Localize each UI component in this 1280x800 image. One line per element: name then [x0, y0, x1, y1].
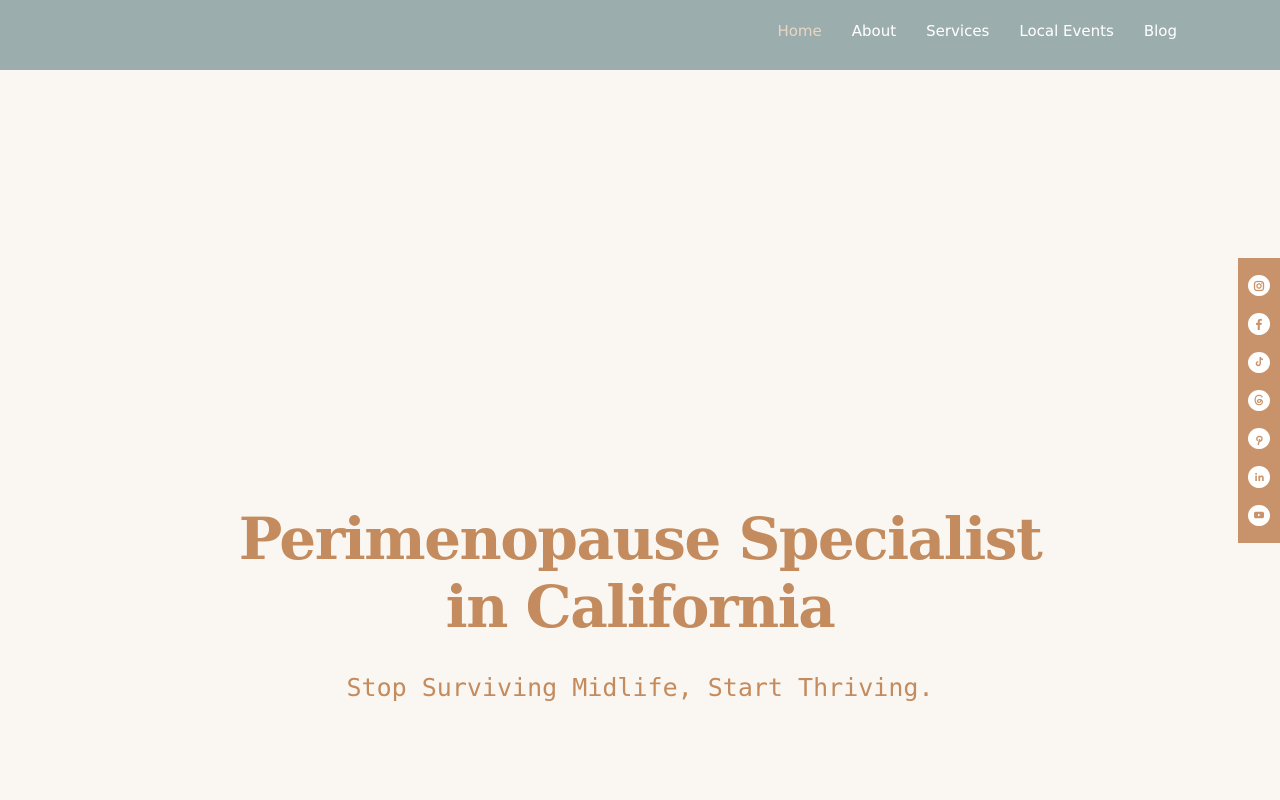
nav-home[interactable]: Home — [777, 22, 821, 40]
threads-icon[interactable] — [1248, 389, 1270, 412]
hero-title: Perimenopause Specialist in California — [238, 505, 1043, 641]
pinterest-icon[interactable] — [1248, 428, 1270, 450]
hero-section: Perimenopause Specialist in California S… — [0, 505, 1280, 702]
instagram-icon[interactable] — [1248, 275, 1270, 297]
social-sidebar — [1238, 258, 1280, 543]
nav-services[interactable]: Services — [926, 22, 989, 40]
linkedin-icon[interactable] — [1248, 466, 1270, 488]
facebook-icon[interactable] — [1248, 313, 1270, 335]
main-nav: Home About Services Local Events Blog — [747, 0, 1177, 62]
site-header: Home About Services Local Events Blog — [0, 0, 1280, 70]
nav-local-events[interactable]: Local Events — [1019, 22, 1113, 40]
nav-blog[interactable]: Blog — [1144, 22, 1177, 40]
tiktok-icon[interactable] — [1248, 351, 1270, 373]
hero-subtitle: Stop Surviving Midlife, Start Thriving. — [346, 673, 934, 702]
nav-about[interactable]: About — [852, 22, 896, 40]
